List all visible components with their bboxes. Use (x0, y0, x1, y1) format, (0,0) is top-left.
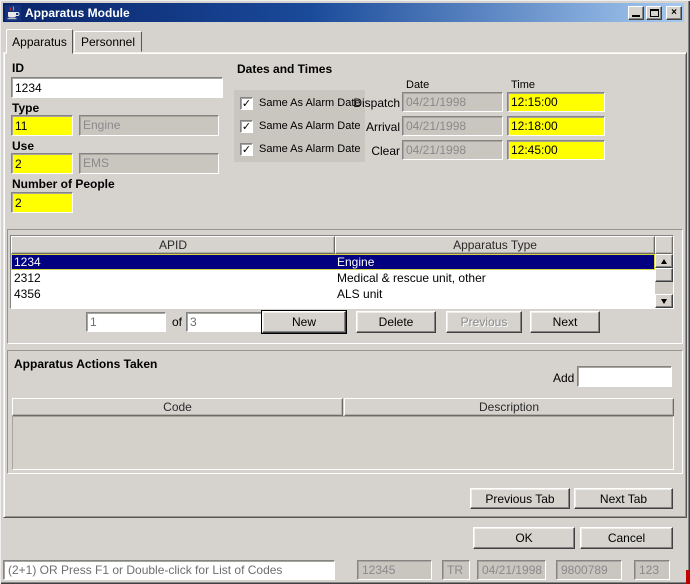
next-tab-button[interactable]: Next Tab (574, 488, 673, 509)
checkbox-checked-icon[interactable]: ✓ (240, 97, 253, 110)
checkbox-checked-icon[interactable]: ✓ (240, 120, 253, 133)
clear-time-input[interactable] (507, 140, 605, 160)
dates-and-times-title: Dates and Times (237, 62, 332, 76)
id-input[interactable] (11, 77, 223, 98)
clear-date-field: 04/21/1998 (402, 140, 503, 160)
dispatch-date-field: 04/21/1998 (402, 92, 503, 112)
delete-button[interactable]: Delete (356, 311, 436, 333)
tab-apparatus[interactable]: Apparatus (6, 29, 73, 54)
status-field-fdid: 12345 (357, 560, 432, 580)
table-row[interactable]: 4356 ALS unit (11, 286, 655, 302)
desktop-corner-artifact (686, 570, 690, 584)
window-title: Apparatus Module (25, 6, 626, 20)
code-column-header: Code (12, 398, 343, 416)
coffee-cup-icon (5, 5, 21, 21)
add-code-input[interactable] (577, 366, 672, 387)
arrow-down-icon (661, 299, 667, 304)
status-field-date: 04/21/1998 (477, 560, 546, 580)
scrollbar-header-stub (655, 236, 673, 254)
minimize-button[interactable] (628, 6, 644, 20)
arrival-time-input[interactable] (507, 116, 605, 136)
id-label: ID (12, 61, 24, 75)
apid-column-header: APID (11, 236, 335, 254)
check-glyph: ✓ (242, 98, 251, 109)
apid-cell: 4356 (14, 286, 41, 302)
dispatch-label: Dispatch (340, 96, 400, 110)
previous-button: Previous (446, 311, 522, 333)
apid-cell: 1234 (14, 254, 41, 270)
status-field-incident: 9800789 (556, 560, 622, 580)
previous-tab-button[interactable]: Previous Tab (470, 488, 570, 509)
apparatus-table-body: 1234 Engine 2312 Medical & rescue unit, … (11, 254, 655, 308)
ok-button[interactable]: OK (473, 527, 575, 549)
apparatus-type-cell: Medical & rescue unit, other (337, 270, 486, 286)
type-description-field: Engine (79, 115, 219, 136)
status-field-exposure: 123 (634, 560, 670, 580)
type-code-input[interactable] (11, 115, 73, 136)
type-label: Type (12, 101, 39, 115)
cancel-button[interactable]: Cancel (580, 527, 673, 549)
record-total-input[interactable] (186, 312, 266, 332)
maximize-icon (650, 9, 659, 17)
time-column-label: Time (511, 79, 535, 91)
table-row[interactable]: 2312 Medical & rescue unit, other (11, 270, 655, 286)
dispatch-time-input[interactable] (507, 92, 605, 112)
add-label: Add (553, 371, 574, 385)
record-number-input[interactable] (86, 312, 166, 332)
status-field-state: TR (442, 560, 470, 580)
checkbox-checked-icon[interactable]: ✓ (240, 143, 253, 156)
use-code-input[interactable] (11, 153, 73, 174)
title-bar: Apparatus Module × (3, 3, 684, 22)
scroll-up-button[interactable] (655, 254, 673, 268)
arrow-up-icon (661, 259, 667, 264)
minimize-icon (632, 15, 640, 17)
apparatus-type-cell: Engine (337, 254, 374, 270)
status-hint-field: (2+1) OR Press F1 or Double-click for Li… (3, 560, 335, 580)
new-button[interactable]: New (262, 311, 346, 333)
tab-personnel[interactable]: Personnel (74, 31, 142, 52)
actions-table-body (12, 416, 674, 470)
description-column-header: Description (344, 398, 674, 416)
clear-label: Clear (340, 144, 400, 158)
number-of-people-label: Number of People (12, 177, 115, 191)
close-icon: × (671, 8, 677, 18)
apparatus-type-column-header: Apparatus Type (335, 236, 655, 254)
date-column-label: Date (406, 79, 429, 91)
number-of-people-input[interactable] (11, 192, 73, 213)
table-scrollbar[interactable] (655, 254, 673, 308)
maximize-button[interactable] (646, 6, 662, 20)
actions-taken-title: Apparatus Actions Taken (14, 357, 157, 371)
apparatus-type-cell: ALS unit (337, 286, 382, 302)
arrival-label: Arrival (340, 120, 400, 134)
apid-cell: 2312 (14, 270, 41, 286)
check-glyph: ✓ (242, 144, 251, 155)
of-label: of (172, 315, 182, 329)
table-row-selected[interactable]: 1234 Engine (11, 254, 655, 270)
check-glyph: ✓ (242, 121, 251, 132)
apparatus-module-window: Apparatus Module × Apparatus Personnel I… (0, 0, 690, 584)
arrival-date-field: 04/21/1998 (402, 116, 503, 136)
scroll-down-button[interactable] (655, 294, 673, 308)
close-button[interactable]: × (666, 6, 682, 20)
apparatus-table: APID Apparatus Type 1234 Engine 2312 Med… (10, 235, 674, 309)
scrollbar-thumb[interactable] (655, 268, 673, 282)
use-description-field: EMS (79, 153, 219, 174)
next-button[interactable]: Next (530, 311, 600, 333)
use-label: Use (12, 139, 34, 153)
